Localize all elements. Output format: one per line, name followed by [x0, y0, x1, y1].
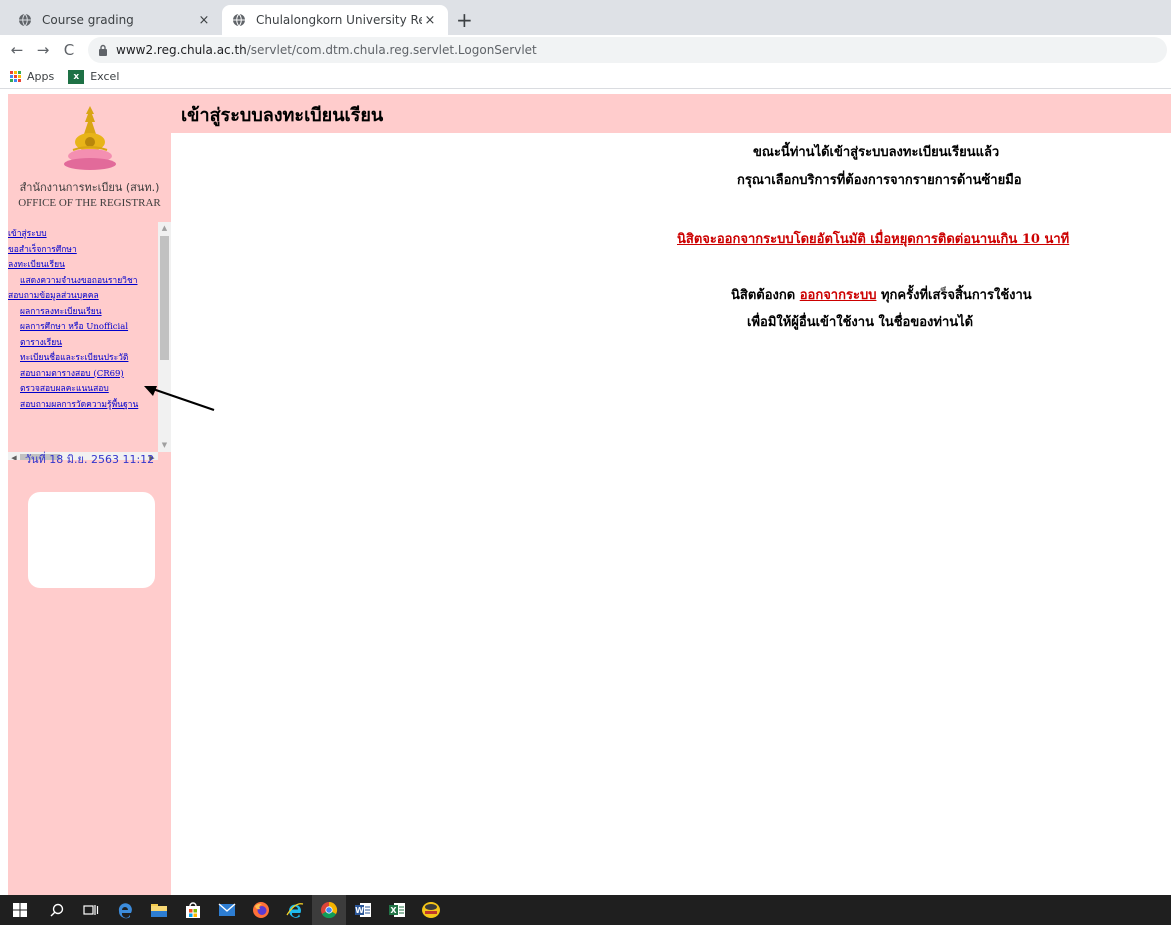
tab-close-icon[interactable]: × — [422, 13, 438, 28]
tab-title: Chulalongkorn University Registr — [256, 13, 422, 27]
bookmarks-bar: Apps x Excel — [0, 65, 1171, 89]
logout-link[interactable]: ออกจากระบบ — [800, 288, 877, 303]
menu-item-basic-knowledge-result[interactable]: สอบถามผลการวัดความรู้พื้นฐาน — [8, 398, 158, 414]
bookmark-label: Excel — [90, 70, 120, 83]
menu-item-grades-unofficial[interactable]: ผลการศึกษา หรือ Unofficial — [8, 320, 158, 336]
new-tab-button[interactable]: + — [456, 8, 473, 32]
tab-course-grading[interactable]: Course grading × — [8, 5, 222, 35]
word-icon[interactable]: W — [346, 895, 380, 925]
menu-item-timetable[interactable]: ตารางเรียน — [8, 336, 158, 352]
current-datetime: วันที่ 18 มิ.ย. 2563 11:12 — [24, 453, 155, 466]
menu-item-graduation-request[interactable]: ขอสำเร็จการศึกษา — [8, 243, 158, 259]
store-icon[interactable] — [176, 895, 210, 925]
reload-button[interactable]: C — [56, 41, 82, 59]
scroll-up-icon[interactable]: ▲ — [158, 222, 171, 235]
logged-in-message: ขณะนี้ท่านได้เข้าสู่ระบบลงทะเบียนเรียนแล… — [753, 145, 1000, 160]
file-explorer-icon[interactable] — [142, 895, 176, 925]
menu-item-login[interactable]: เข้าสู่ระบบ — [8, 227, 158, 243]
firefox-icon[interactable] — [244, 895, 278, 925]
menu-item-personal-info[interactable]: สอบถามข้อมูลส่วนบุคคล — [8, 289, 158, 305]
tab-chula-registrar[interactable]: Chulalongkorn University Registr × — [222, 5, 448, 35]
menu-item-registration-result[interactable]: ผลการลงทะเบียนเรียน — [8, 305, 158, 321]
windows-taskbar: W X — [0, 895, 1171, 925]
choose-service-message: กรุณาเลือกบริการที่ต้องการจากรายการด้านซ… — [737, 173, 1022, 188]
lock-icon — [99, 44, 107, 56]
bookmark-apps[interactable]: Apps — [10, 70, 54, 83]
page-header: เข้าสู่ระบบลงทะเบียนเรียน — [171, 94, 1171, 133]
menu-vertical-scrollbar[interactable]: ▲ ▼ — [158, 222, 171, 452]
page-title: เข้าสู่ระบบลงทะเบียนเรียน — [181, 105, 384, 126]
office-name-thai: สำนักงานการทะเบียน (สนท.) — [19, 181, 160, 194]
main-content: ขณะนี้ท่านได้เข้าสู่ระบบลงทะเบียนเรียนแล… — [171, 133, 1171, 895]
url-host: www2.reg.chula.ac.th — [116, 43, 247, 57]
sidebar-menu: เข้าสู่ระบบ ขอสำเร็จการศึกษา ลงทะเบียนเร… — [8, 222, 158, 452]
menu-item-exam-scores[interactable]: ตรวจสอบผลคะแนนสอบ — [8, 382, 158, 398]
windows-start-icon[interactable] — [0, 895, 40, 925]
url-text: www2.reg.chula.ac.th/servlet/com.dtm.chu… — [116, 43, 537, 57]
tab-title: Course grading — [42, 13, 134, 27]
university-emblem-icon — [64, 106, 116, 170]
auto-logout-warning: นิสิตจะออกจากระบบโดยอัตโนมัติ เมื่อหยุดก… — [677, 232, 1070, 247]
browser-toolbar: ← → C www2.reg.chula.ac.th/servlet/com.d… — [0, 35, 1171, 65]
svg-text:X: X — [390, 906, 397, 915]
blank-panel — [28, 492, 155, 588]
forward-button[interactable]: → — [30, 41, 56, 59]
bookmark-excel[interactable]: x Excel — [68, 69, 120, 84]
menu-frame: เข้าสู่ระบบ ขอสำเร็จการศึกษา ลงทะเบียนเร… — [8, 222, 171, 460]
globe-icon — [233, 13, 245, 27]
sidebar: สำนักงานการทะเบียน (สนท.) OFFICE OF THE … — [8, 94, 171, 895]
tab-strip: Course grading × Chulalongkorn Universit… — [0, 0, 1171, 35]
logout-instruction: นิสิตต้องกด ออกจากระบบ ทุกครั้งที่เสร็จส… — [731, 284, 1032, 305]
globe-icon — [19, 13, 31, 27]
office-name-english: OFFICE OF THE REGISTRAR — [18, 197, 161, 209]
page-viewport: สำนักงานการทะเบียน (สนท.) OFFICE OF THE … — [8, 94, 1171, 895]
scrollbar-thumb[interactable] — [160, 236, 169, 360]
chrome-icon[interactable] — [312, 895, 346, 925]
dtm-app-icon[interactable] — [414, 895, 448, 925]
back-button[interactable]: ← — [4, 41, 30, 59]
logout-instruction-suffix: ทุกครั้งที่เสร็จสิ้นการใช้งาน — [876, 288, 1032, 303]
address-bar[interactable]: www2.reg.chula.ac.th/servlet/com.dtm.chu… — [88, 37, 1167, 63]
menu-item-exam-schedule[interactable]: สอบถามตารางสอบ (CR69) — [8, 367, 158, 383]
logout-instruction-prefix: นิสิตต้องกด — [731, 288, 800, 303]
svg-text:W: W — [355, 906, 364, 915]
annotation-arrow-icon — [144, 386, 215, 412]
internet-explorer-icon[interactable] — [278, 895, 312, 925]
url-path: /servlet/com.dtm.chula.reg.servlet.Logon… — [246, 43, 537, 57]
menu-item-student-record[interactable]: ทะเบียนชื่อและระเบียนประวัติ — [8, 351, 158, 367]
task-view-icon[interactable] — [74, 895, 108, 925]
apps-grid-icon — [10, 71, 21, 82]
excel-icon: x — [68, 69, 85, 84]
menu-item-withdraw-course[interactable]: แสดงความจำนงขอถอนรายวิชา — [8, 274, 158, 290]
excel-icon[interactable]: X — [380, 895, 414, 925]
bookmark-label: Apps — [27, 70, 55, 83]
edge-icon[interactable] — [108, 895, 142, 925]
tab-close-icon[interactable]: × — [196, 13, 212, 28]
mail-icon[interactable] — [210, 895, 244, 925]
search-icon[interactable] — [40, 895, 74, 925]
security-note: เพื่อมิให้ผู้อื่นเข้าใช้งาน ในชื่อของท่า… — [747, 315, 974, 330]
menu-item-registration[interactable]: ลงทะเบียนเรียน — [8, 258, 158, 274]
